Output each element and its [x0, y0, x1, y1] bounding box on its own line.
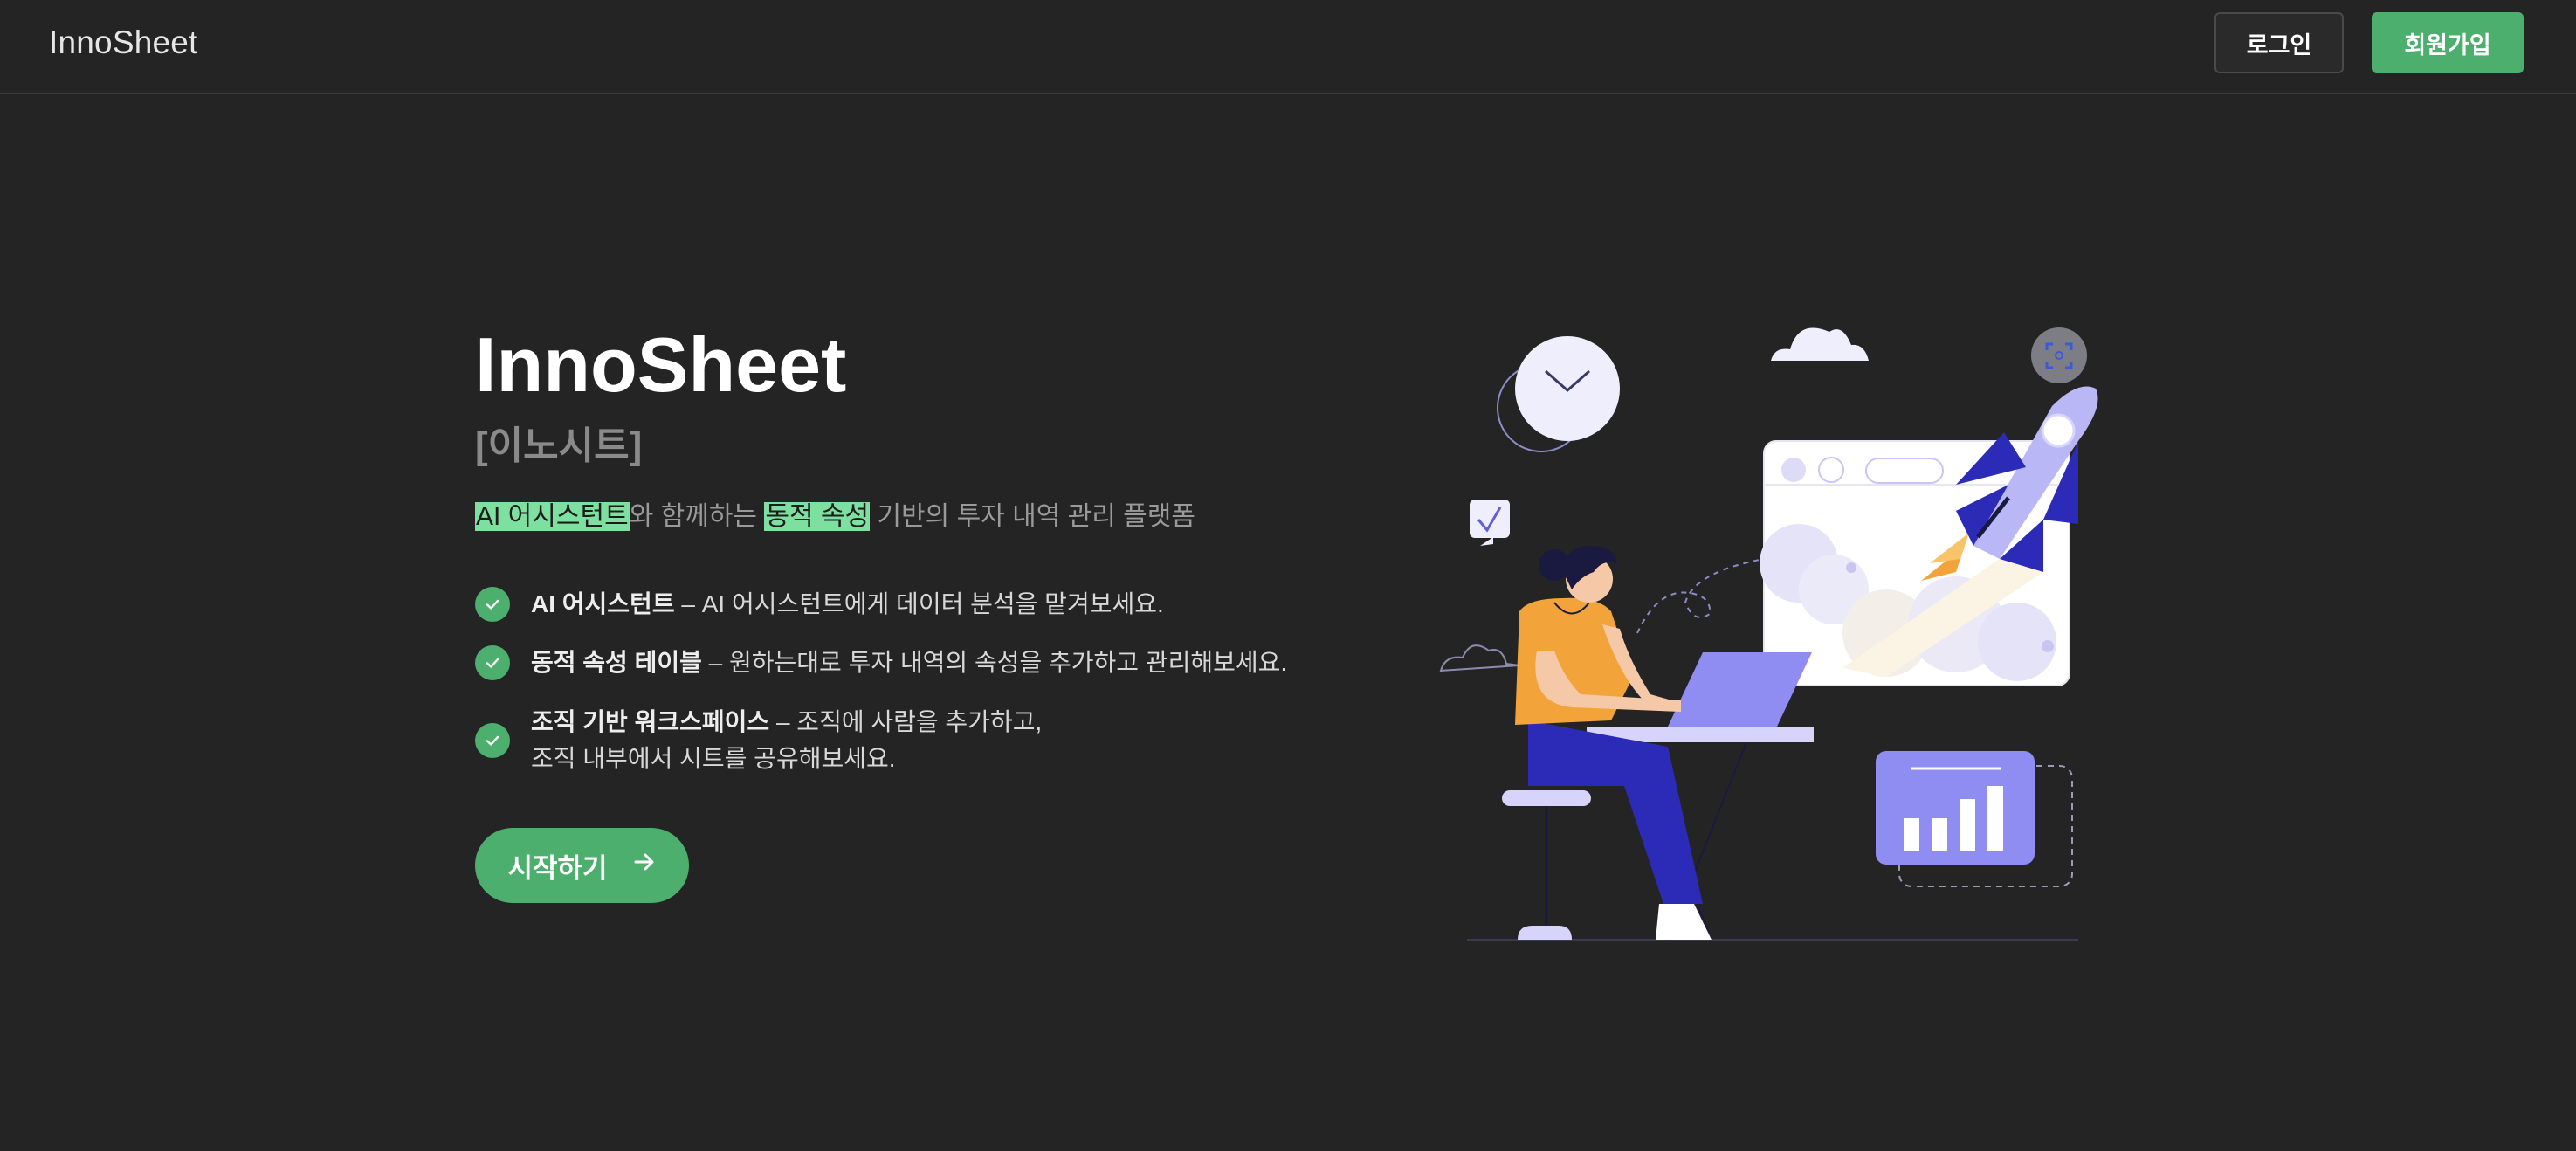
logo[interactable]: InnoSheet	[49, 24, 198, 61]
checkbox-bubble-icon	[1470, 500, 1510, 546]
feature-item-ai: AI 어시스턴트 – AI 어시스턴트에게 데이터 분석을 맡겨보세요.	[475, 587, 1164, 623]
scan-icon	[2031, 327, 2087, 383]
check-icon	[475, 723, 510, 758]
tagline-text-2: 기반의 투자 내역 관리 플랫폼	[870, 502, 1195, 531]
signup-button[interactable]: 회원가입	[2372, 12, 2524, 73]
hero-illustration	[1432, 310, 2113, 961]
feature-item-workspace: 조직 기반 워크스페이스 – 조직에 사람을 추가하고, 조직 내부에서 시트를…	[475, 704, 1042, 777]
hero-title: InnoSheet	[475, 321, 847, 408]
feature-desc: – AI 어시스턴트에게 데이터 분석을 맡겨보세요.	[674, 590, 1164, 617]
check-icon	[475, 587, 510, 622]
login-button[interactable]: 로그인	[2214, 12, 2344, 73]
cloud-icon	[1771, 327, 1869, 361]
feature-desc: – 조직에 사람을 추가하고,	[769, 708, 1043, 735]
top-navigation-bar: InnoSheet 로그인 회원가입	[0, 0, 2576, 94]
feature-desc: – 원하는대로 투자 내역의 속성을 추가하고 관리해보세요.	[701, 649, 1288, 676]
bar-chart-card-illustration	[1876, 751, 2073, 887]
feature-title: 조직 기반 워크스페이스	[531, 708, 770, 735]
feature-desc-line2: 조직 내부에서 시트를 공유해보세요.	[531, 745, 896, 772]
feature-title: AI 어시스턴트	[531, 590, 675, 617]
tagline-text-1: 와 함께하는	[629, 502, 765, 531]
start-button-label: 시작하기	[507, 852, 608, 884]
hero-subtitle: [이노시트]	[475, 424, 643, 467]
start-button[interactable]: 시작하기	[475, 828, 689, 903]
feature-item-dynamic-table: 동적 속성 테이블 – 원하는대로 투자 내역의 속성을 추가하고 관리해보세요…	[475, 645, 1287, 681]
arrow-right-icon	[632, 850, 657, 881]
feature-title: 동적 속성 테이블	[531, 649, 702, 676]
tagline-highlight-dynamic: 동적 속성	[764, 502, 871, 531]
hero-tagline: AI 어시스턴트와 함께하는 동적 속성 기반의 투자 내역 관리 플랫폼	[475, 494, 1195, 533]
tagline-highlight-ai: AI 어시스턴트	[475, 502, 630, 531]
check-icon	[475, 645, 510, 680]
